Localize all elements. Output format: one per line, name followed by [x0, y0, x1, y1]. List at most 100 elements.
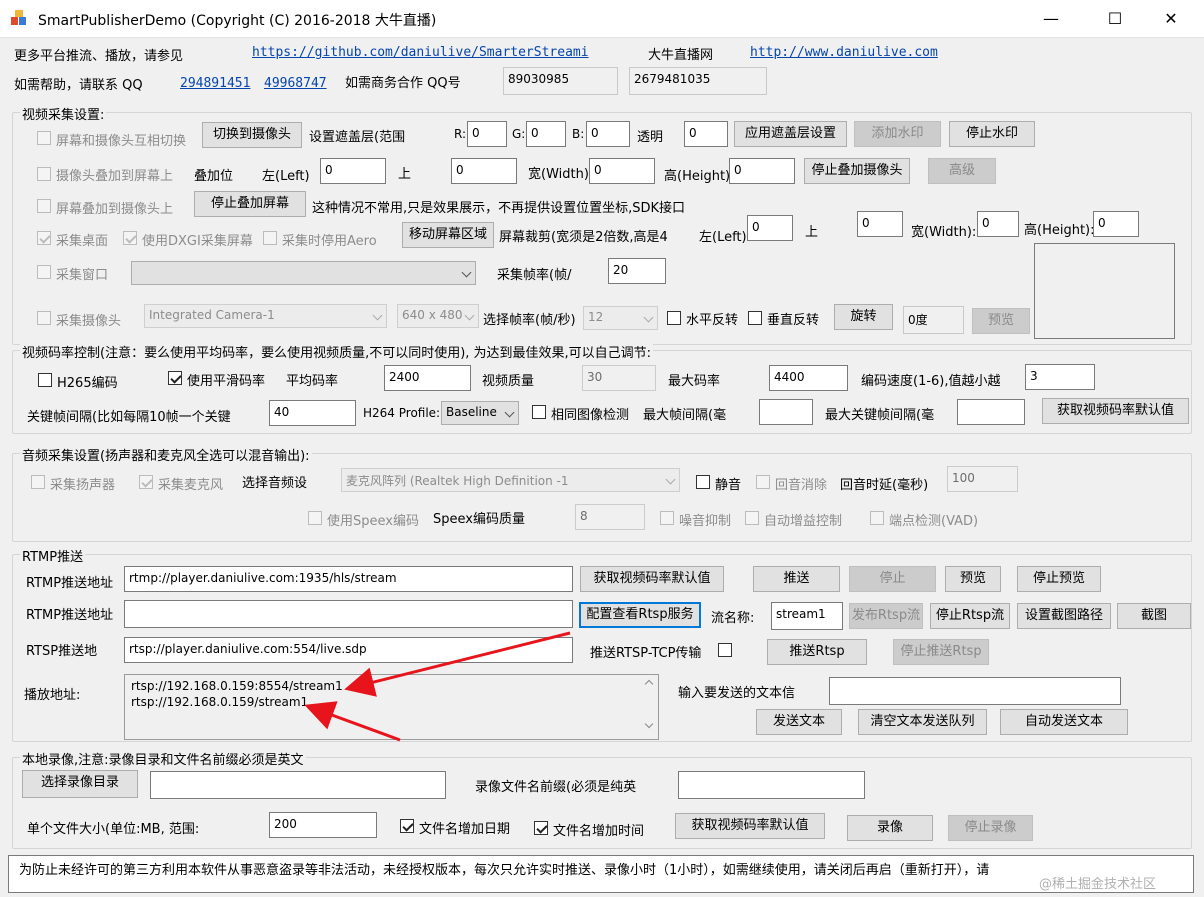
fps-select[interactable]: 12	[583, 306, 658, 330]
mask-g-input[interactable]: 0	[526, 121, 566, 147]
get-default-bitrate-record-button[interactable]: 获取视频码率默认值	[675, 813, 825, 839]
overlay-top-input[interactable]: 0	[451, 158, 517, 184]
scrollbar[interactable]	[642, 675, 658, 735]
h264-profile-select[interactable]: Baseline	[441, 401, 519, 425]
preview-button[interactable]: 预览	[972, 308, 1030, 334]
mask-alpha-input[interactable]: 0	[684, 121, 728, 147]
push-rtsp-button[interactable]: 推送Rtsp	[767, 639, 867, 665]
auto-send-text-button[interactable]: 自动发送文本	[1000, 709, 1128, 735]
apply-mask-button[interactable]: 应用遮盖层设置	[734, 121, 847, 147]
switch-to-camera-button[interactable]: 切换到摄像头	[202, 122, 302, 148]
keyframe-interval-input[interactable]: 40	[269, 400, 356, 426]
snapshot-button[interactable]: 截图	[1117, 603, 1191, 629]
select-record-dir-button[interactable]: 选择录像目录	[22, 770, 138, 798]
send-text-input[interactable]	[829, 677, 1121, 705]
vflip-checkbox[interactable]	[748, 311, 762, 325]
overlay-left-input[interactable]: 0	[320, 158, 386, 184]
agc-checkbox[interactable]	[745, 511, 759, 525]
capture-speaker-checkbox[interactable]	[31, 475, 45, 489]
record-button[interactable]: 录像	[847, 815, 933, 841]
dxgi-checkbox[interactable]	[123, 231, 137, 245]
advanced-button[interactable]: 高级	[928, 158, 996, 184]
minimize-button[interactable]: —	[1028, 0, 1074, 38]
smooth-bitrate-checkbox[interactable]	[168, 371, 182, 385]
snapshot-path-button[interactable]: 设置截图路径	[1017, 603, 1111, 629]
capture-camera-checkbox[interactable]	[37, 311, 51, 325]
screen-on-camera-checkbox[interactable]	[37, 199, 51, 213]
video-quality-input[interactable]: 30	[582, 365, 656, 391]
speex-quality-input[interactable]: 8	[575, 504, 645, 530]
record-dir-input[interactable]	[150, 771, 446, 799]
qq2-link[interactable]: 49968747	[264, 76, 327, 91]
speex-checkbox[interactable]	[308, 511, 322, 525]
window-select[interactable]	[131, 261, 476, 285]
stop-overlay-screen-button[interactable]: 停止叠加屏幕	[194, 191, 306, 217]
move-screen-area-button[interactable]: 移动屏幕区域	[402, 222, 494, 248]
rtmp-url2-input[interactable]	[124, 600, 573, 628]
crop-left-input[interactable]: 0	[747, 215, 793, 241]
capture-fps-input[interactable]: 20	[608, 258, 666, 284]
stop-push-rtsp-button[interactable]: 停止推送Rtsp	[893, 639, 989, 665]
camera-select-value: Integrated Camera-1	[149, 308, 275, 322]
capture-mic-checkbox[interactable]	[139, 475, 153, 489]
rotate-button[interactable]: 旋转	[834, 304, 893, 330]
crop-top-input[interactable]: 0	[857, 211, 903, 237]
filename-time-checkbox[interactable]	[534, 821, 548, 835]
file-size-input[interactable]: 200	[269, 812, 377, 838]
stop-overlay-camera-button[interactable]: 停止叠加摄像头	[804, 158, 910, 184]
stop-push-button[interactable]: 停止	[849, 566, 936, 592]
avg-bitrate-input[interactable]: 2400	[384, 365, 471, 391]
github-link[interactable]: https://github.com/daniulive/SmarterStre…	[252, 45, 589, 60]
stream-name-input[interactable]: stream1	[771, 602, 843, 630]
same-image-checkbox[interactable]	[532, 405, 546, 419]
clear-text-queue-button[interactable]: 清空文本发送队列	[858, 709, 987, 735]
crop-width-input[interactable]: 0	[977, 211, 1019, 237]
echo-cancel-checkbox[interactable]	[756, 475, 770, 489]
h265-checkbox[interactable]	[38, 373, 52, 387]
rtsp-tcp-checkbox[interactable]	[718, 643, 732, 657]
send-text-button[interactable]: 发送文本	[756, 709, 842, 735]
vad-checkbox[interactable]	[870, 511, 884, 525]
stop-watermark-button[interactable]: 停止水印	[949, 121, 1035, 147]
site-link[interactable]: http://www.daniulive.com	[750, 45, 938, 60]
mask-r-input[interactable]: 0	[467, 121, 507, 147]
audio-device-select[interactable]: 麦克风阵列 (Realtek High Definition -1	[341, 468, 680, 492]
echo-delay-input[interactable]: 100	[947, 466, 1018, 492]
overlay-height-input[interactable]: 0	[729, 158, 795, 184]
stop-rtsp-button[interactable]: 停止Rtsp流	[930, 603, 1010, 629]
record-prefix-input[interactable]	[678, 771, 865, 799]
camera-select[interactable]: Integrated Camera-1	[144, 304, 387, 328]
noise-suppress-checkbox[interactable]	[660, 511, 674, 525]
app-icon	[11, 10, 26, 25]
max-bitrate-input[interactable]: 4400	[769, 365, 848, 391]
push-button[interactable]: 推送	[753, 566, 840, 592]
publish-rtsp-button[interactable]: 发布Rtsp流	[849, 603, 923, 629]
qq1-link[interactable]: 294891451	[180, 76, 250, 91]
get-default-bitrate-button[interactable]: 获取视频码率默认值	[1042, 398, 1189, 424]
mute-checkbox[interactable]	[696, 475, 710, 489]
crop-height-input[interactable]: 0	[1093, 211, 1139, 237]
camera-on-screen-checkbox[interactable]	[37, 167, 51, 181]
max-frame-interval-input[interactable]	[759, 399, 813, 425]
overlay-width-input[interactable]: 0	[589, 158, 655, 184]
switch-screen-camera-checkbox[interactable]	[37, 131, 51, 145]
filename-date-checkbox[interactable]	[400, 819, 414, 833]
add-watermark-button[interactable]: 添加水印	[854, 121, 941, 147]
rtmp-preview-button[interactable]: 预览	[945, 566, 1001, 592]
stop-preview-button[interactable]: 停止预览	[1017, 566, 1101, 592]
maximize-button[interactable]: ☐	[1092, 0, 1138, 38]
stop-record-button[interactable]: 停止录像	[948, 815, 1033, 841]
encode-speed-input[interactable]: 3	[1025, 364, 1095, 390]
close-button[interactable]: ✕	[1148, 0, 1194, 38]
disable-aero-checkbox[interactable]	[263, 231, 277, 245]
hflip-checkbox[interactable]	[667, 311, 681, 325]
max-keyframe-interval-input[interactable]	[957, 399, 1025, 425]
capture-desktop-checkbox[interactable]	[37, 231, 51, 245]
capture-window-checkbox[interactable]	[37, 265, 51, 279]
resolution-select[interactable]: 640 x 480	[397, 304, 479, 328]
site-name-label: 大牛直播网	[648, 48, 714, 63]
mask-b-input[interactable]: 0	[586, 121, 630, 147]
rtmp-url1-input[interactable]: rtmp://player.daniulive.com:1935/hls/str…	[124, 566, 573, 592]
get-default-bitrate-rtmp-button[interactable]: 获取视频码率默认值	[580, 566, 724, 592]
resolution-select-value: 640 x 480	[402, 308, 463, 322]
